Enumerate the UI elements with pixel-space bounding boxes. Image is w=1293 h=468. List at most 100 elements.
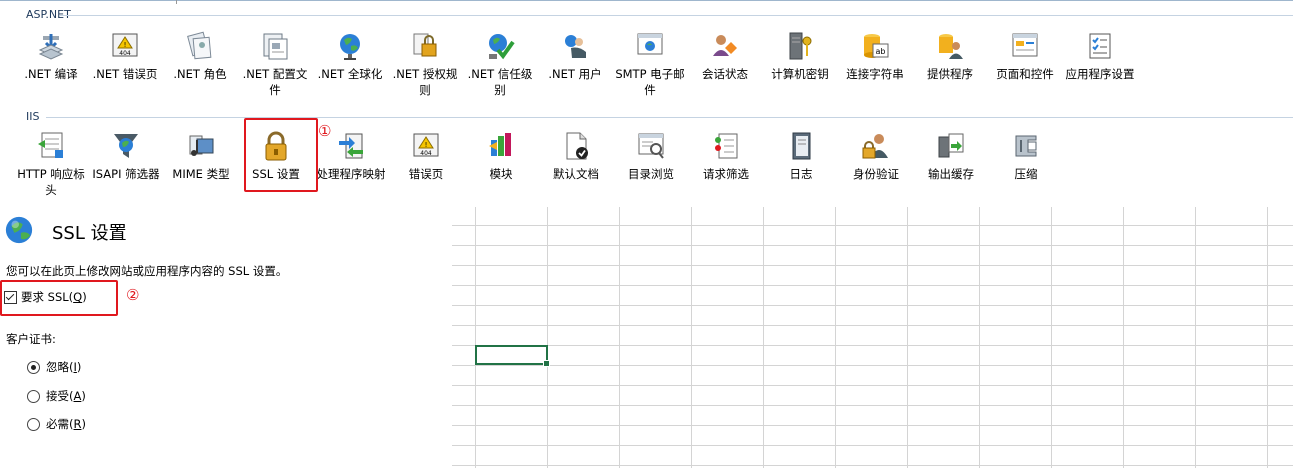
providers-icon bbox=[939, 34, 963, 59]
feature-dotnet-compilation[interactable]: .NET 编译 bbox=[14, 30, 88, 82]
feature-label: 模块 bbox=[489, 167, 513, 181]
feature-label: 目录浏览 bbox=[628, 167, 674, 181]
client-certificate-label: 客户证书: bbox=[6, 332, 56, 346]
radio-label: 接受(A) bbox=[46, 389, 86, 403]
ssl-settings-panel: SSL 设置 您可以在此页上修改网站或应用程序内容的 SSL 设置。 要求 SS… bbox=[0, 205, 452, 468]
feature-label: 错误页 bbox=[408, 167, 444, 181]
feature-label: MIME 类型 bbox=[172, 167, 230, 181]
connection-string-icon: ab bbox=[864, 34, 889, 58]
globe-icon bbox=[5, 216, 33, 244]
feature-dotnet-users[interactable]: .NET 用户 bbox=[538, 30, 612, 82]
feature-app-settings[interactable]: 应用程序设置 bbox=[1063, 30, 1137, 82]
default-document-icon bbox=[566, 132, 588, 160]
error-404-icon: ! 404 bbox=[112, 33, 138, 57]
feature-label: .NET 编译 bbox=[24, 67, 78, 81]
directory-browsing-icon bbox=[638, 133, 664, 159]
feature-label: 身份验证 bbox=[853, 167, 899, 181]
compression-icon bbox=[1015, 135, 1037, 157]
radio-unselected-icon[interactable] bbox=[27, 417, 40, 431]
modules-icon bbox=[489, 133, 511, 156]
profile-icon bbox=[263, 33, 288, 60]
feature-label: .NET 错误页 bbox=[92, 67, 158, 81]
svg-text:!: ! bbox=[124, 41, 127, 49]
logging-icon bbox=[792, 132, 811, 160]
request-filtering-icon bbox=[715, 133, 738, 159]
feature-label: 页面和控件 bbox=[996, 67, 1054, 81]
group-header-iis: IIS bbox=[26, 110, 40, 123]
feature-label: .NET 授权规则 bbox=[392, 67, 458, 97]
compile-icon bbox=[38, 34, 64, 60]
radio-ignore[interactable]: 忽略(I) bbox=[27, 359, 81, 375]
feature-label: .NET 用户 bbox=[548, 67, 602, 81]
feature-dotnet-error-pages[interactable]: ! 404 .NET 错误页 bbox=[88, 30, 162, 82]
feature-pages-controls[interactable]: 页面和控件 bbox=[988, 30, 1062, 82]
feature-modules[interactable]: 模块 bbox=[464, 130, 538, 182]
feature-providers[interactable]: 提供程序 bbox=[913, 30, 987, 82]
output-caching-icon bbox=[938, 133, 964, 158]
feature-label: HTTP 响应标头 bbox=[17, 167, 85, 197]
handler-mappings-icon bbox=[339, 133, 363, 159]
feature-default-document[interactable]: 默认文档 bbox=[539, 130, 613, 182]
users-icon bbox=[565, 35, 586, 58]
feature-label: 输出缓存 bbox=[928, 167, 974, 181]
feature-isapi-filters[interactable]: ISAPI 筛选器 bbox=[89, 130, 163, 182]
feature-label: ISAPI 筛选器 bbox=[92, 167, 160, 181]
page-description: 您可以在此页上修改网站或应用程序内容的 SSL 设置。 bbox=[6, 264, 288, 278]
feature-label: .NET 角色 bbox=[173, 67, 227, 81]
features-panel: ASP.NET .NET 编译 ! 404 .NET 错误页 .NET 角色 .… bbox=[0, 0, 1293, 207]
scroll-tick bbox=[176, 0, 177, 4]
mime-types-icon bbox=[189, 135, 214, 156]
feature-logging[interactable]: 日志 bbox=[764, 130, 838, 182]
feature-error-pages[interactable]: ! 404 错误页 bbox=[389, 130, 463, 182]
feature-authentication[interactable]: 身份验证 bbox=[839, 130, 913, 182]
error-pages-icon: ! 404 bbox=[413, 133, 439, 157]
feature-request-filtering[interactable]: 请求筛选 bbox=[689, 130, 763, 182]
feature-label: 提供程序 bbox=[927, 67, 973, 81]
feature-directory-browsing[interactable]: 目录浏览 bbox=[614, 130, 688, 182]
pages-controls-icon bbox=[1012, 33, 1038, 57]
authentication-icon bbox=[862, 134, 888, 159]
radio-unselected-icon[interactable] bbox=[27, 389, 40, 403]
ssl-settings-highlight bbox=[244, 118, 318, 192]
radio-label: 必需(R) bbox=[46, 417, 86, 431]
panel-top-border bbox=[0, 0, 1293, 5]
feature-label: 默认文档 bbox=[553, 167, 599, 181]
feature-dotnet-globalization[interactable]: .NET 全球化 bbox=[313, 30, 387, 82]
feature-smtp-email[interactable]: SMTP 电子邮件 bbox=[613, 30, 687, 98]
radio-require[interactable]: 必需(R) bbox=[27, 416, 86, 432]
radio-label: 忽略(I) bbox=[46, 360, 82, 374]
http-headers-icon bbox=[38, 132, 63, 158]
feature-dotnet-trust-level[interactable]: .NET 信任级别 bbox=[463, 30, 537, 98]
machine-key-icon bbox=[789, 32, 812, 60]
annotation-one: ① bbox=[318, 122, 332, 140]
radio-selected-icon[interactable] bbox=[27, 360, 40, 374]
selected-cell[interactable] bbox=[475, 345, 550, 367]
feature-output-caching[interactable]: 输出缓存 bbox=[914, 130, 988, 182]
feature-label: 请求筛选 bbox=[703, 167, 749, 181]
feature-machine-key[interactable]: 计算机密钥 bbox=[763, 30, 837, 82]
svg-text:ab: ab bbox=[876, 47, 886, 56]
svg-text:!: ! bbox=[425, 141, 428, 149]
globe-icon bbox=[340, 34, 360, 60]
roles-icon bbox=[187, 31, 212, 60]
feature-label: 会话状态 bbox=[702, 67, 748, 81]
require-ssl-highlight bbox=[0, 280, 118, 316]
feature-label: 日志 bbox=[789, 167, 813, 181]
feature-label: .NET 配置文件 bbox=[242, 67, 308, 97]
feature-mime-types[interactable]: MIME 类型 bbox=[164, 130, 238, 182]
feature-http-response-headers[interactable]: HTTP 响应标头 bbox=[14, 130, 88, 198]
feature-label: 处理程序映射 bbox=[316, 167, 386, 181]
smtp-email-icon bbox=[637, 33, 663, 55]
annotation-two: ② bbox=[126, 286, 140, 304]
feature-connection-strings[interactable]: ab 连接字符串 bbox=[838, 30, 912, 82]
feature-dotnet-roles[interactable]: .NET 角色 bbox=[163, 30, 237, 82]
app-settings-icon bbox=[1089, 33, 1111, 59]
feature-compression[interactable]: 压缩 bbox=[989, 130, 1063, 182]
authorization-lock-icon bbox=[413, 33, 437, 57]
feature-dotnet-authorization[interactable]: .NET 授权规则 bbox=[388, 30, 462, 98]
group-divider-aspnet bbox=[60, 15, 1293, 16]
radio-accept[interactable]: 接受(A) bbox=[27, 388, 86, 404]
feature-label: 应用程序设置 bbox=[1065, 67, 1135, 81]
feature-session-state[interactable]: 会话状态 bbox=[688, 30, 762, 82]
feature-dotnet-profile[interactable]: .NET 配置文件 bbox=[238, 30, 312, 98]
